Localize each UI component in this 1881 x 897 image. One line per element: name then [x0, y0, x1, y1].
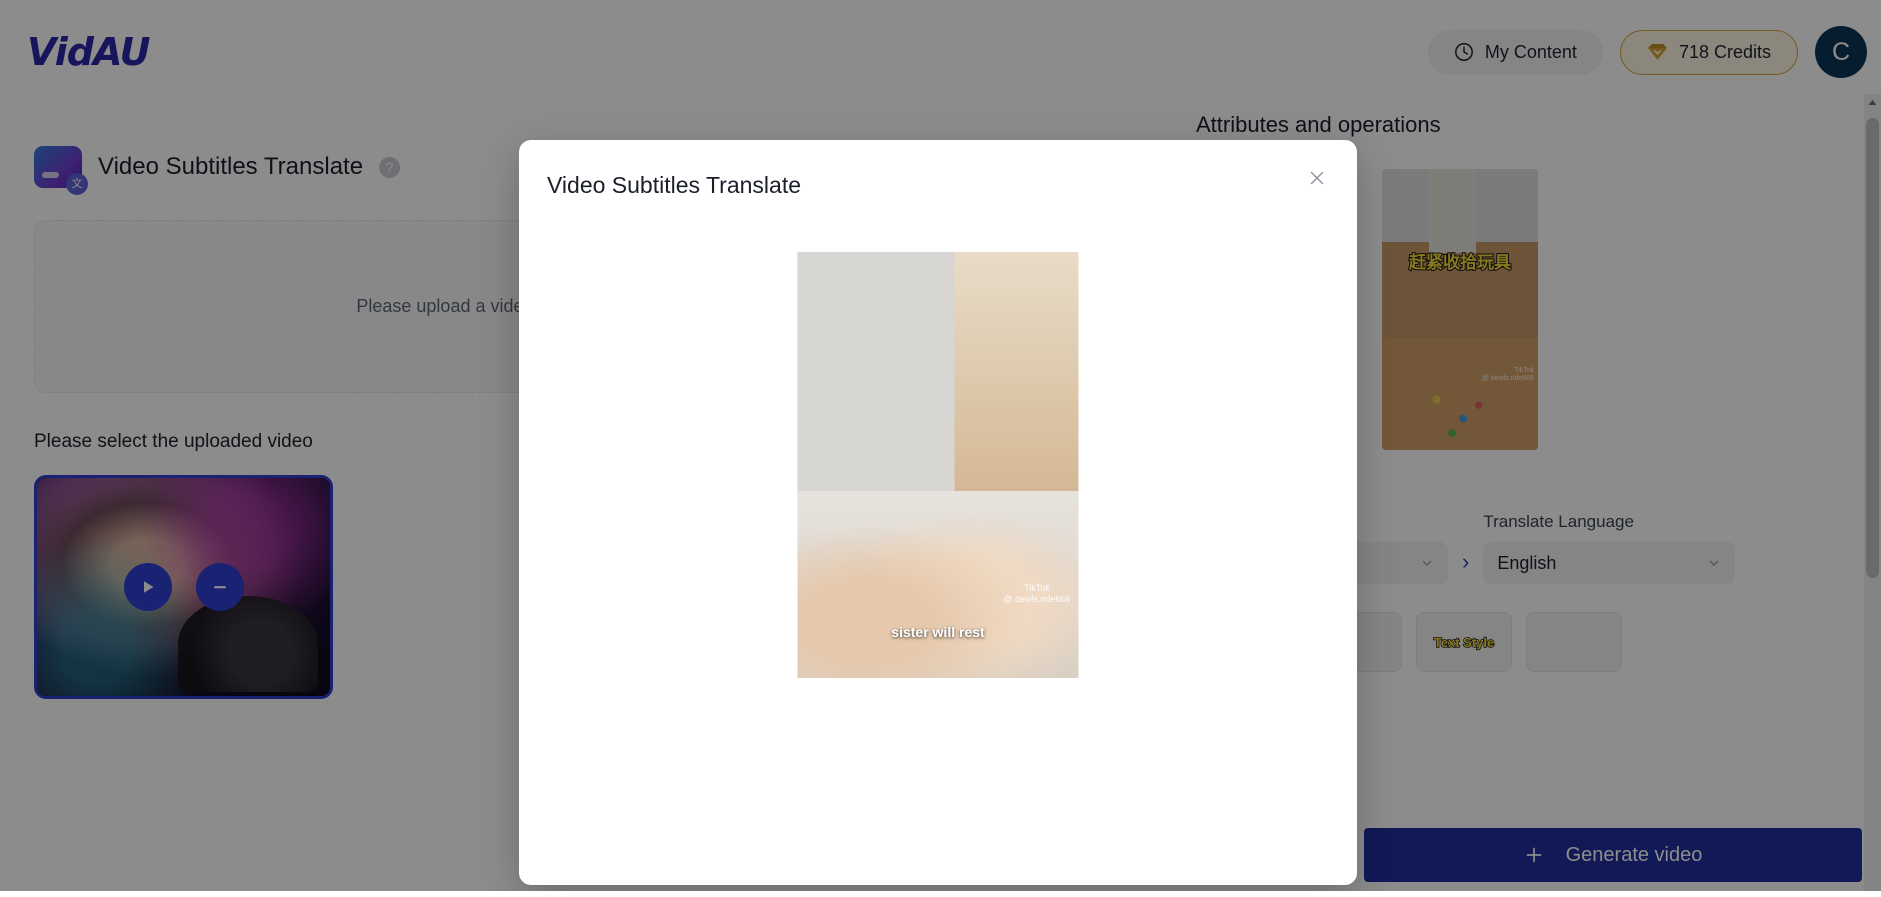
modal-video-frame — [797, 252, 1079, 678]
window-bottom-strip — [0, 891, 1881, 897]
modal-watermark-handle: @ devils.ride666 — [1003, 594, 1071, 605]
modal-video-player[interactable]: TikTok @ devils.ride666 sister will rest — [797, 252, 1079, 678]
video-subtitles-translate-modal: Video Subtitles Translate TikTok @ devil… — [519, 140, 1357, 885]
modal-video-watermark: TikTok @ devils.ride666 — [1003, 583, 1070, 606]
modal-watermark-brand: TikTok — [1024, 582, 1050, 593]
modal-title: Video Subtitles Translate — [547, 172, 802, 198]
modal-video-subtitle: sister will rest — [891, 624, 985, 640]
close-icon[interactable] — [1307, 168, 1333, 194]
app-root: VidAU My Content 718 Credits C 文 Video S… — [0, 0, 1881, 897]
